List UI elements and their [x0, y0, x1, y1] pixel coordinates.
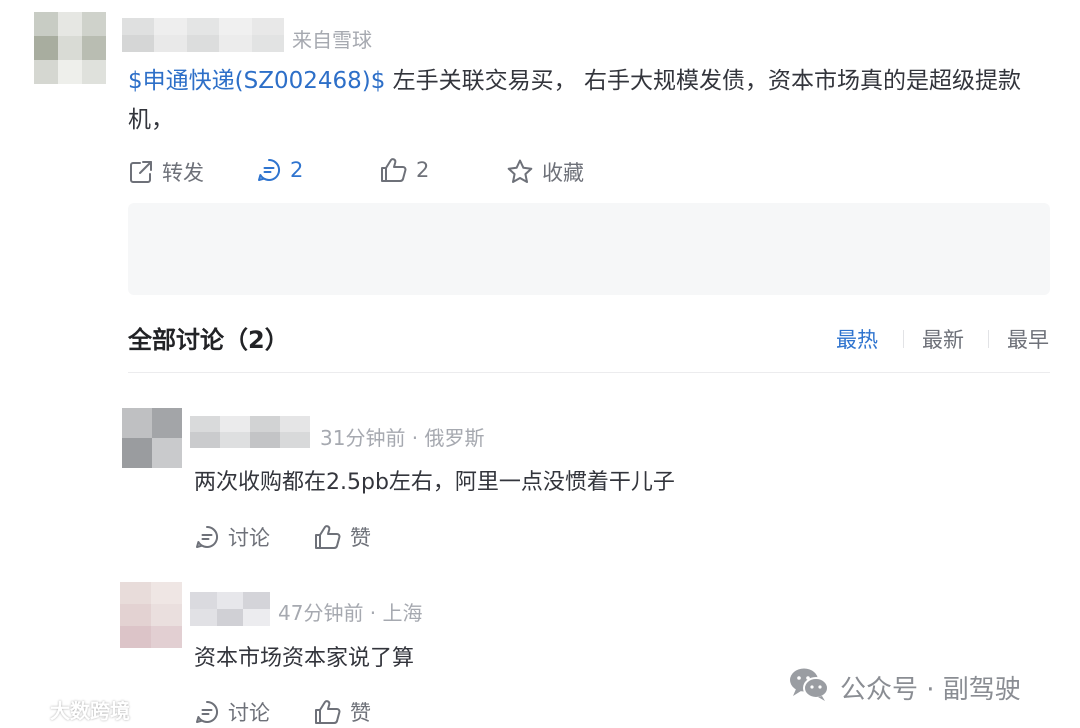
post-text-line1: 左手关联交易买， 右手大规模发债，资本市场真的是超级提款: [385, 68, 1021, 94]
like-button[interactable]: 2: [380, 157, 429, 183]
discuss-label: 讨论: [228, 701, 270, 725]
like-label: 赞: [350, 701, 371, 725]
star-icon: [506, 158, 534, 186]
watermark-right-text: 公众号 · 副驾驶: [840, 675, 1021, 705]
comment-button[interactable]: 2: [256, 157, 303, 183]
like-count: 2: [416, 158, 430, 182]
favorite-button[interactable]: 收藏: [506, 157, 584, 187]
repost-button[interactable]: 转发: [128, 157, 204, 187]
comment-meta: 31分钟前 · 俄罗斯: [320, 426, 485, 450]
comment-avatar[interactable]: [120, 582, 182, 648]
post-author-name[interactable]: [122, 18, 284, 52]
watermark-left-text: 大数跨境: [50, 699, 130, 723]
stock-link[interactable]: $申通快递(SZ002468)$: [128, 68, 385, 94]
comment-icon: [194, 524, 220, 550]
comment-text: 资本市场资本家说了算: [194, 646, 415, 671]
comment-avatar[interactable]: [122, 408, 182, 468]
like-label: 赞: [350, 526, 371, 550]
repost-label: 转发: [162, 161, 204, 185]
comment-author-name[interactable]: [190, 416, 310, 448]
like-icon: [314, 524, 342, 550]
wechat-icon: [788, 666, 830, 709]
discussion-title: 全部讨论（2）: [128, 326, 289, 354]
tab-newest[interactable]: 最新: [922, 324, 964, 354]
comment-like-button[interactable]: 赞: [314, 522, 371, 552]
tab-earliest[interactable]: 最早: [1007, 324, 1049, 354]
favorite-label: 收藏: [542, 161, 584, 185]
tab-separator: [903, 330, 904, 348]
section-divider: [128, 372, 1050, 373]
watermark-left: 大数跨境: [0, 694, 130, 725]
watermark-right: 公众号 · 副驾驶: [788, 666, 1021, 709]
comment-text: 两次收购都在2.5pb左右，阿里一点没惯着干儿子: [194, 470, 675, 495]
post-body: $申通快递(SZ002468)$ 左手关联交易买， 右手大规模发债，资本市场真的…: [128, 62, 1058, 101]
comment-discuss-button[interactable]: 讨论: [194, 697, 270, 727]
post-text-line2: 机，: [128, 107, 174, 133]
comment-count: 2: [290, 158, 304, 182]
post-avatar[interactable]: [34, 12, 106, 84]
tab-hottest[interactable]: 最热: [836, 324, 878, 354]
comment-like-button[interactable]: 赞: [314, 697, 371, 727]
like-icon: [380, 157, 408, 183]
reply-input-area[interactable]: [128, 203, 1050, 295]
like-icon: [314, 699, 342, 725]
post-source: 来自雪球: [292, 28, 372, 52]
comment-discuss-button[interactable]: 讨论: [194, 522, 270, 552]
watermark-logo-icon: [0, 694, 46, 725]
comment-meta: 47分钟前 · 上海: [278, 601, 423, 625]
tab-separator: [988, 330, 989, 348]
comment-icon: [256, 157, 282, 183]
discuss-label: 讨论: [228, 526, 270, 550]
comment-author-name[interactable]: [190, 592, 270, 626]
comment-icon: [194, 699, 220, 725]
repost-icon: [128, 159, 154, 185]
